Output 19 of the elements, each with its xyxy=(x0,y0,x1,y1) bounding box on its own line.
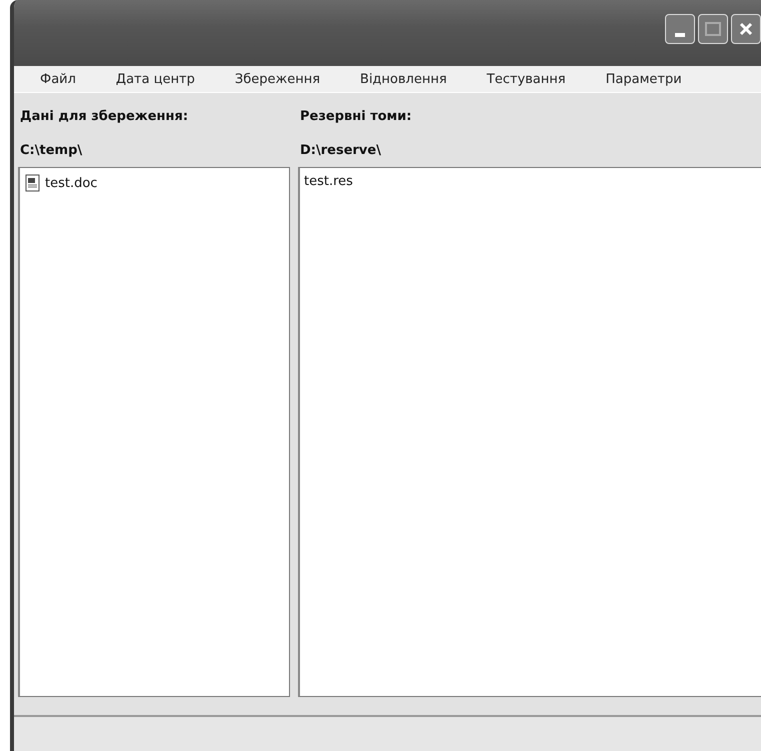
menu-item[interactable]: Параметри xyxy=(606,72,698,86)
minimize-icon xyxy=(675,33,685,37)
menu-item[interactable]: Дата центр xyxy=(116,72,211,86)
menu-item[interactable]: Відновлення xyxy=(360,72,463,86)
close-button[interactable] xyxy=(731,14,761,44)
close-icon xyxy=(739,22,753,36)
maximize-icon xyxy=(705,22,721,36)
maximize-button[interactable] xyxy=(698,14,728,44)
minimize-button[interactable] xyxy=(665,14,695,44)
file-name[interactable]: test.res xyxy=(304,174,353,189)
folder-path: D:\reserve\ xyxy=(299,142,382,160)
panel-heading: Резервні томи: xyxy=(299,108,413,126)
file-name[interactable]: test.doc xyxy=(45,176,98,190)
document-icon xyxy=(24,174,42,192)
folder-path: C:\temp\ xyxy=(19,142,84,160)
panel-heading: Дані для збереження: xyxy=(19,108,190,126)
menu-item[interactable]: Збереження xyxy=(234,72,336,86)
menu-item[interactable]: Файл xyxy=(40,72,92,86)
menu-item[interactable]: Тестування xyxy=(486,72,582,86)
